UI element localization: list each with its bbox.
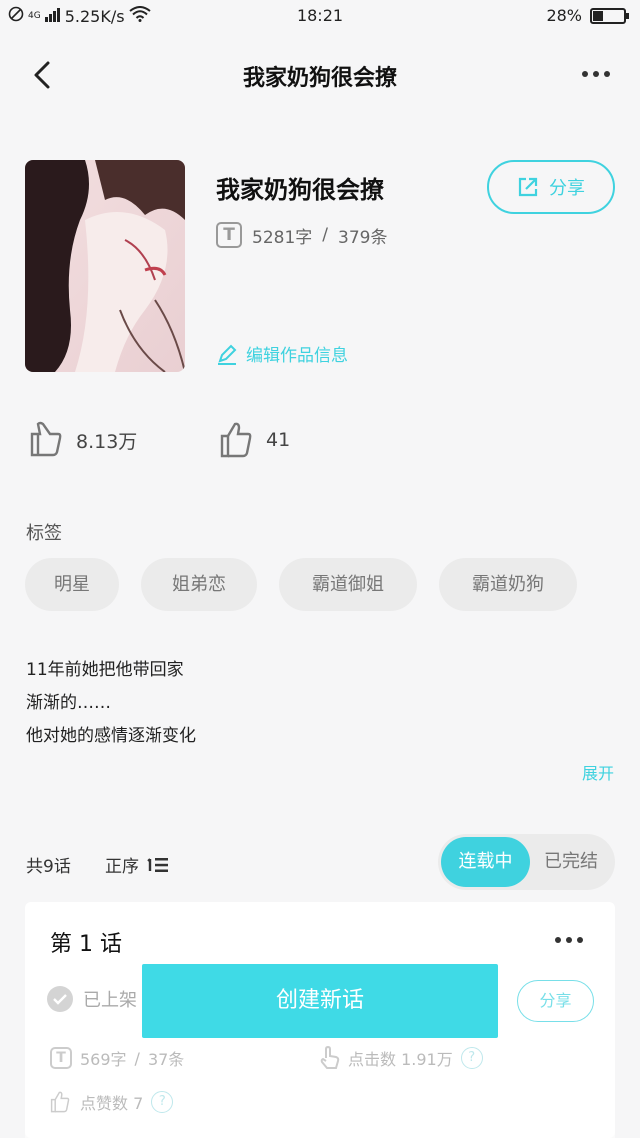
more-dots-icon bbox=[555, 937, 583, 943]
edit-info-link[interactable]: 编辑作品信息 bbox=[216, 341, 348, 366]
chapter-words: T 569字 / 37条 bbox=[50, 1046, 184, 1070]
chapter-like-count: 点赞数 7 bbox=[80, 1094, 144, 1113]
chapter-status: 已上架 bbox=[47, 986, 137, 1012]
book-stats: T 5281字 / 379条 bbox=[216, 222, 387, 248]
description-line: 11年前她把他带回家 bbox=[26, 660, 184, 680]
like-count: 41 bbox=[218, 420, 290, 460]
tag-item[interactable]: 明星 bbox=[25, 558, 119, 611]
tag-list: 明星 姐弟恋 霸道御姐 霸道奶狗 bbox=[25, 558, 577, 611]
share-button[interactable]: 分享 bbox=[487, 160, 615, 214]
description-line: 渐渐的…… bbox=[26, 693, 111, 713]
tab-completed[interactable]: 已完结 bbox=[530, 837, 612, 887]
help-icon[interactable]: ? bbox=[151, 1091, 174, 1113]
sort-order-label: 正序 bbox=[105, 857, 139, 877]
chapter-name: 第 1 话 bbox=[50, 932, 122, 957]
page-title: 我家奶狗很会撩 bbox=[242, 66, 397, 91]
chapter-separator: / bbox=[134, 1048, 140, 1068]
text-icon: T bbox=[50, 1047, 72, 1069]
chapter-click-count: 点击数 1.91万 bbox=[348, 1050, 453, 1069]
view-count: 8.13万 bbox=[28, 420, 137, 460]
cover-illustration bbox=[25, 160, 185, 372]
description-line: 他对她的感情逐渐变化 bbox=[26, 726, 196, 746]
chapter-comment-count: 37条 bbox=[147, 1050, 185, 1069]
chapter-share-button[interactable]: 分享 bbox=[517, 980, 594, 1022]
stats-separator: / bbox=[322, 225, 328, 245]
tab-serializing[interactable]: 连载中 bbox=[441, 837, 530, 887]
chapter-more-button[interactable] bbox=[553, 930, 585, 950]
pencil-icon bbox=[218, 344, 237, 365]
tag-item[interactable]: 霸道奶狗 bbox=[439, 558, 577, 611]
chapter-clicks: 点击数 1.91万 ? bbox=[318, 1046, 483, 1070]
battery-icon bbox=[590, 7, 629, 24]
chapter-word-count: 569字 bbox=[80, 1050, 127, 1069]
sort-order-button[interactable]: 正序 bbox=[105, 852, 169, 877]
more-button[interactable] bbox=[580, 62, 612, 86]
chapter-total: 共9话 bbox=[26, 857, 71, 877]
create-chapter-button[interactable]: 创建新话 bbox=[142, 964, 498, 1038]
book-title: 我家奶狗很会撩 bbox=[216, 176, 384, 204]
status-time: 18:21 bbox=[296, 6, 344, 25]
thumb-up-icon bbox=[50, 1091, 70, 1113]
battery-percent: 28% bbox=[546, 6, 582, 25]
status-bar: 4G 5.25K/s 18:21 28% bbox=[0, 0, 640, 34]
chapter-likes: 点赞数 7 ? bbox=[48, 1090, 174, 1114]
chapter-status-label: 已上架 bbox=[83, 990, 137, 1011]
share-label: 分享 bbox=[549, 178, 585, 199]
book-cover[interactable] bbox=[25, 160, 185, 372]
tap-icon bbox=[320, 1046, 340, 1069]
share-icon bbox=[518, 177, 538, 197]
thumb-up-icon bbox=[220, 422, 252, 458]
tag-item[interactable]: 姐弟恋 bbox=[141, 558, 257, 611]
word-count: 5281字 bbox=[252, 227, 313, 248]
thumb-down-icon bbox=[30, 421, 62, 457]
tags-heading: 标签 bbox=[26, 523, 62, 544]
text-icon: T bbox=[216, 222, 242, 248]
tag-item[interactable]: 霸道御姐 bbox=[279, 558, 417, 611]
help-icon[interactable]: ? bbox=[460, 1047, 483, 1069]
edit-info-label: 编辑作品信息 bbox=[246, 346, 348, 366]
more-dots-icon bbox=[582, 71, 610, 77]
sort-list-icon bbox=[147, 857, 168, 872]
status-right: 28% bbox=[546, 6, 629, 25]
check-circle-icon bbox=[47, 986, 73, 1012]
like-count-value: 41 bbox=[266, 429, 291, 451]
book-description: 11年前她把他带回家 渐渐的…… 他对她的感情逐渐变化 bbox=[26, 654, 196, 753]
comment-count: 379条 bbox=[338, 227, 388, 248]
view-count-value: 8.13万 bbox=[76, 430, 138, 453]
expand-link[interactable]: 展开 bbox=[582, 760, 614, 784]
